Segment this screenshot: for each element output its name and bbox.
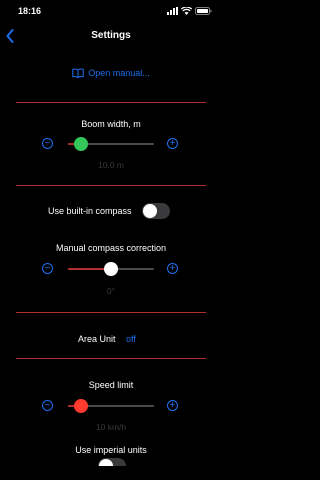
toggle-knob [99,459,113,466]
speed-limit-value: 10 km/h [95,422,127,432]
status-bar: 18:16 [0,0,222,22]
battery-icon [195,7,212,15]
separator [16,102,206,103]
speed-decrease-button[interactable]: − [42,400,53,411]
slider-thumb[interactable] [73,137,88,151]
separator [16,312,206,313]
compass-correction-slider[interactable] [68,261,154,277]
speed-limit-label: Speed limit [88,380,134,390]
toggle-knob [143,204,157,218]
book-icon [72,68,84,78]
area-unit-label: Area Unit [78,334,116,344]
imperial-units-toggle[interactable] [98,458,126,466]
imperial-units-label: Use imperial units [75,445,147,455]
boom-decrease-button[interactable]: − [42,138,53,149]
navigation-bar: Settings [0,24,222,46]
builtin-compass-toggle[interactable] [142,203,170,219]
compass-correction-label: Manual compass correction [55,243,167,253]
correction-increase-button[interactable]: + [167,263,178,274]
boom-width-slider[interactable] [68,136,154,152]
correction-decrease-button[interactable]: − [42,263,53,274]
slider-thumb[interactable] [104,262,118,276]
boom-width-label: Boom width, m [81,119,141,129]
boom-increase-button[interactable]: + [167,138,178,149]
slider-thumb[interactable] [73,399,88,413]
open-manual-label: Open manual... [88,68,150,78]
status-time: 18:16 [18,6,42,16]
separator [16,358,206,359]
compass-correction-value: 0° [106,286,116,296]
status-icons [167,6,212,16]
page-title: Settings [91,30,131,41]
speed-limit-slider[interactable] [68,398,154,414]
separator [16,185,206,186]
wifi-icon [181,7,192,15]
area-unit-value[interactable]: off [126,334,136,344]
builtin-compass-label: Use built-in compass [48,206,132,216]
speed-increase-button[interactable]: + [167,400,178,411]
open-manual-link[interactable]: Open manual... [0,68,222,78]
cellular-signal-icon [167,7,178,15]
boom-width-value: 10.0 m [98,160,124,170]
